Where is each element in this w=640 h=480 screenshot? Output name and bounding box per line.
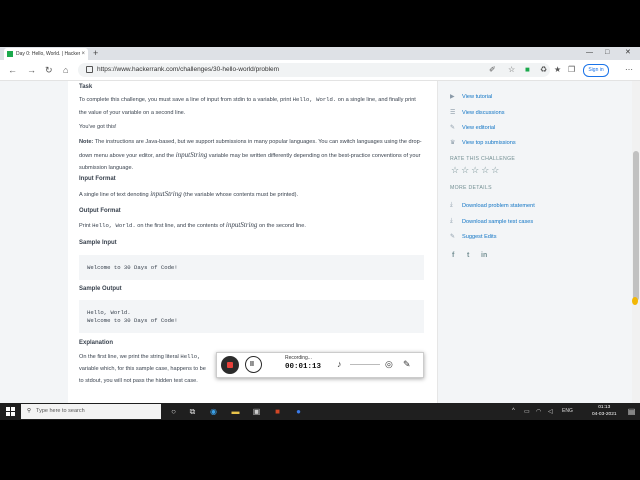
url-text: https://www.hackerrank.com/challenges/30… [97, 66, 280, 73]
view-discussions-link[interactable]: ☰ View discussions [450, 109, 505, 117]
browser-tab-active[interactable]: Day 0: Hello, World. | HackerRank × [4, 48, 88, 60]
favorite-star-icon[interactable]: ☆ [508, 65, 515, 75]
recording-timer: 00:01:13 [285, 363, 322, 371]
challenge-sidebar: ▶ View tutorial ☰ View discussions ✎ View e… [438, 81, 632, 406]
note-paragraph: Note: The instructions are Java-based, b… [79, 139, 422, 171]
forward-arrow-icon[interactable]: → [27, 64, 36, 76]
close-window-button[interactable]: ✕ [625, 47, 631, 59]
maximize-button[interactable]: □ [605, 47, 609, 59]
file-explorer-icon[interactable]: ▬ [230, 406, 241, 417]
output-format-heading: Output Format [79, 208, 121, 214]
left-gutter [0, 81, 68, 406]
view-tutorial-link[interactable]: ▶ View tutorial [450, 93, 492, 101]
extension-icon[interactable]: ■ [525, 65, 530, 75]
download-icon: ⤓ [450, 202, 453, 208]
screen: Day 0: Hello, World. | HackerRank × + — … [0, 47, 640, 420]
search-icon: ⚲ [27, 408, 32, 414]
stop-icon [227, 362, 233, 368]
back-arrow-icon[interactable]: ← [8, 64, 17, 76]
lock-icon [86, 65, 93, 73]
collections-icon[interactable]: ♻ [540, 65, 547, 75]
view-top-submissions-link[interactable]: ♛ View top submissions [450, 139, 516, 147]
linkedin-icon[interactable]: in [481, 252, 487, 259]
editorial-icon: ✎ [450, 125, 456, 131]
sample-input-line: Welcome to 30 Days of Code! [87, 264, 178, 271]
stop-recording-button[interactable] [221, 356, 239, 374]
volume-icon[interactable]: ◁ [548, 408, 553, 415]
play-icon: ▶ [450, 94, 455, 100]
hackerrank-favicon-icon [7, 51, 13, 57]
crown-icon: ♛ [450, 140, 456, 146]
windows-start-icon[interactable] [6, 407, 15, 416]
browser-nav-bar: ← → ↻ ⌂ https://www.hackerrank.com/chall… [0, 60, 640, 81]
rating-stars-icon[interactable]: ☆☆☆☆☆ [451, 165, 501, 176]
task-paragraph: To complete this challenge, you must sav… [79, 96, 416, 116]
new-tab-button[interactable]: + [93, 48, 98, 59]
read-aloud-icon[interactable]: ✐ [489, 65, 496, 75]
office-app-icon[interactable]: ■ [272, 406, 283, 417]
sign-in-button[interactable]: Sign in [583, 64, 609, 77]
sample-output-line-2: Welcome to 30 Days of Code! [87, 317, 178, 324]
mouse-cursor-highlight [632, 297, 638, 305]
tab-title: Day 0: Hello, World. | HackerRank [16, 51, 80, 57]
suggest-edits-link[interactable]: ✎ Suggest Edits [450, 233, 497, 241]
output-format-text: Print Hello, World. on the first line, a… [79, 221, 306, 229]
pen-annotate-icon[interactable]: ✎ [403, 359, 411, 369]
sample-input-box: Welcome to 30 Days of Code! [79, 255, 424, 280]
recording-status: Recording... [285, 355, 312, 361]
microphone-icon[interactable]: ♪ [337, 359, 342, 369]
edge-browser-icon[interactable]: ◉ [208, 406, 219, 417]
refresh-icon[interactable]: ↻ [45, 64, 53, 76]
download-sample-tests-link[interactable]: ⤓ Download sample test cases [450, 218, 533, 225]
more-details-heading: MORE DETAILS [450, 185, 492, 191]
input-format-heading: Input Format [79, 176, 116, 182]
download-icon: ⤓ [450, 218, 453, 224]
sample-output-line-1: Hello, World. [87, 309, 131, 316]
download-problem-statement-link[interactable]: ⤓ Download problem statement [450, 202, 535, 209]
screen-recorder-toolbar: II Recording... 00:01:13 ♪ ◎ ✎ [216, 352, 424, 378]
sample-output-heading: Sample Output [79, 286, 122, 292]
settings-more-icon[interactable]: ⋯ [625, 65, 633, 75]
task-heading: Task [79, 84, 93, 90]
pause-icon: II [250, 361, 254, 368]
network-icon[interactable]: ◠ [536, 408, 541, 415]
minimize-button[interactable]: — [586, 47, 593, 59]
windows-taskbar: ⚲ Type here to search ○ ⧉ ◉ ▬ ▣ ■ ● ^ ▭ ◠… [0, 403, 640, 420]
home-icon[interactable]: ⌂ [63, 64, 68, 76]
edit-icon: ✎ [450, 234, 456, 240]
webcam-icon[interactable]: ◎ [385, 359, 393, 369]
scrollbar-thumb[interactable] [633, 151, 639, 301]
task-encouragement: You've got this! [79, 124, 117, 130]
show-hidden-icons-icon[interactable]: ^ [512, 408, 515, 414]
facebook-icon[interactable]: f [452, 252, 454, 259]
cortana-icon[interactable]: ○ [168, 406, 179, 417]
taskbar-search-input[interactable]: ⚲ Type here to search [21, 404, 161, 419]
pause-recording-button[interactable]: II [245, 356, 262, 373]
sample-output-box: Hello, World. Welcome to 30 Days of Code… [79, 300, 424, 333]
discussion-icon: ☰ [450, 110, 456, 116]
store-icon[interactable]: ▣ [251, 406, 262, 417]
taskbar-clock[interactable]: 01:13 04-03-2021 [592, 405, 617, 418]
recorder-app-icon[interactable]: ● [293, 406, 304, 417]
explanation-heading: Explanation [79, 340, 114, 346]
notifications-icon[interactable]: ▤ [626, 406, 637, 417]
input-format-text: A single line of text denoting inputStri… [79, 190, 299, 198]
twitter-icon[interactable]: t [467, 252, 469, 259]
task-view-icon[interactable]: ⧉ [187, 406, 198, 417]
browser-tab-bar: Day 0: Hello, World. | HackerRank × + — … [0, 47, 640, 60]
favorites-bar-icon[interactable]: ★ [554, 65, 561, 75]
view-editorial-link[interactable]: ✎ View editorial [450, 124, 495, 132]
tabs-icon[interactable]: ❐ [568, 65, 575, 75]
rate-heading: RATE THIS CHALLENGE [450, 156, 516, 162]
address-bar[interactable]: https://www.hackerrank.com/challenges/30… [78, 63, 550, 77]
page-scrollbar[interactable] [632, 81, 640, 406]
tab-close-icon[interactable]: × [81, 51, 85, 57]
sample-input-heading: Sample Input [79, 240, 117, 246]
battery-icon[interactable]: ▭ [524, 408, 530, 415]
volume-slider[interactable] [350, 364, 380, 365]
language-indicator[interactable]: ENG [562, 408, 573, 414]
